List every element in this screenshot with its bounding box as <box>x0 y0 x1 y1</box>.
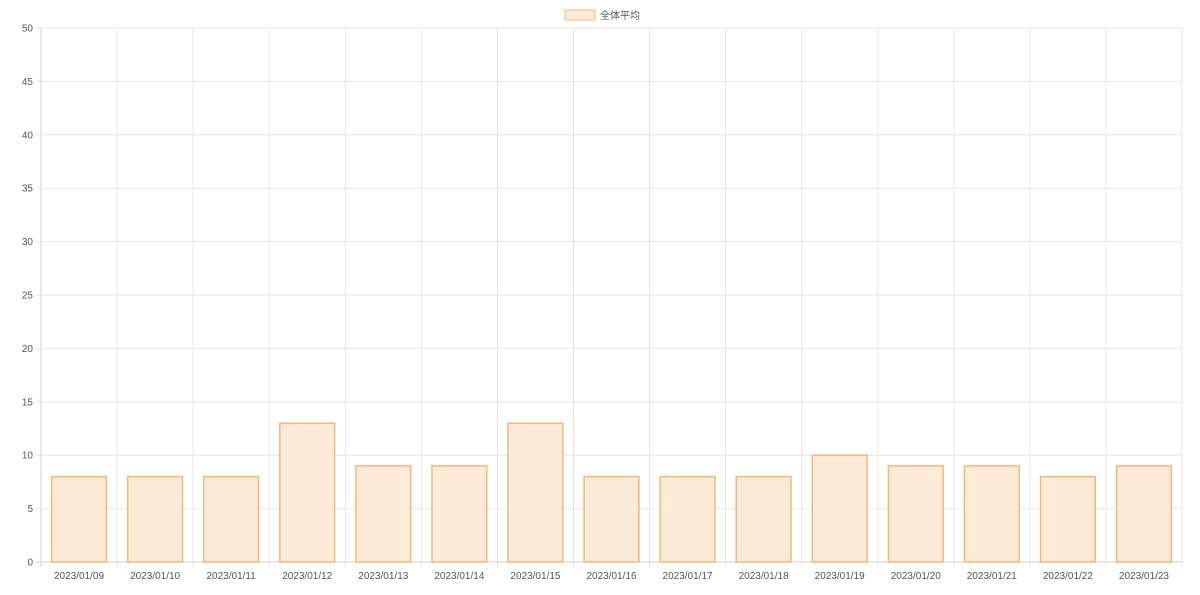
y-tick-label: 50 <box>22 24 34 35</box>
bar[interactable] <box>203 475 260 563</box>
y-axis-tick-labels: 0 5 10 15 20 25 30 35 40 45 50 <box>22 24 34 569</box>
bar[interactable] <box>811 454 868 563</box>
legend-label: 全体平均 <box>600 9 640 22</box>
x-tick-label: 2023/01/21 <box>967 571 1017 582</box>
legend-swatch <box>564 9 596 21</box>
bar[interactable] <box>126 475 184 563</box>
x-tick-label: 2023/01/22 <box>1043 571 1093 582</box>
y-tick-label: 45 <box>22 77 34 88</box>
x-tick-label: 2023/01/14 <box>434 571 484 582</box>
y-tick-label: 25 <box>22 291 34 302</box>
x-tick-label: 2023/01/18 <box>739 571 789 582</box>
bar[interactable] <box>735 475 792 563</box>
bar[interactable] <box>431 465 488 563</box>
bar[interactable] <box>659 475 716 563</box>
x-tick-label: 2023/01/13 <box>358 571 408 582</box>
chart-container: 全体平均 0 5 10 15 20 25 30 35 40 45 50 2023/01/09 2023… <box>0 0 1200 595</box>
x-tick-label: 2023/01/10 <box>130 571 180 582</box>
x-tick-label: 2023/01/19 <box>815 571 865 582</box>
x-tick-label: 2023/01/11 <box>207 571 257 582</box>
legend[interactable]: 全体平均 <box>564 9 640 22</box>
bar[interactable] <box>1039 475 1097 563</box>
y-tick-label: 40 <box>22 130 34 141</box>
x-tick-label: 2023/01/17 <box>663 571 713 582</box>
bar[interactable] <box>507 422 564 563</box>
x-tick-label: 2023/01/15 <box>510 571 560 582</box>
bar-series <box>50 422 1173 563</box>
y-tick-label: 20 <box>22 344 34 355</box>
bar-chart: 全体平均 05101520253035404550 2023/01/09 2023… <box>22 9 1183 582</box>
x-tick-label: 2023/01/09 <box>54 571 104 582</box>
y-tick-label: 10 <box>22 451 34 462</box>
y-tick-label: 30 <box>22 237 34 248</box>
bar[interactable] <box>583 475 640 563</box>
y-tick-label: 5 <box>27 504 33 515</box>
x-tick-label: 2023/01/16 <box>586 571 636 582</box>
x-axis-tick-labels: 2023/01/09 2023/01/10 2023/01/11 2023/01/12… <box>54 571 1169 582</box>
y-tick-label: 15 <box>22 397 34 408</box>
bar[interactable] <box>887 465 944 563</box>
bar[interactable] <box>1115 465 1173 563</box>
y-tick-label: 35 <box>22 184 34 195</box>
x-tick-label: 2023/01/20 <box>891 571 941 582</box>
bar[interactable] <box>963 465 1020 563</box>
x-tick-label: 2023/01/12 <box>282 571 332 582</box>
bar[interactable] <box>50 475 108 563</box>
bar[interactable] <box>355 465 412 563</box>
bar[interactable] <box>279 422 336 563</box>
y-tick-label: 0 <box>27 558 33 569</box>
x-tick-label: 2023/01/23 <box>1119 571 1169 582</box>
